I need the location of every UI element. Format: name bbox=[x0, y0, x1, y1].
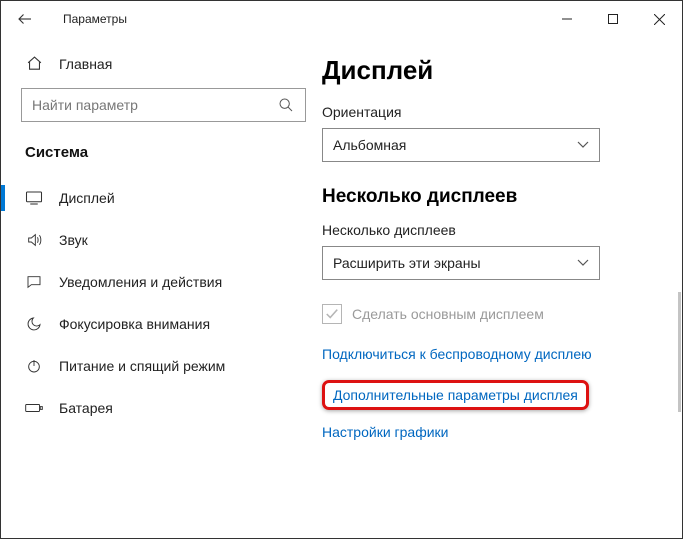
battery-icon bbox=[25, 400, 43, 416]
graphics-settings-link[interactable]: Настройки графики bbox=[322, 424, 676, 440]
titlebar: Параметры bbox=[1, 1, 682, 37]
display-icon bbox=[25, 190, 43, 206]
sidebar-nav: Дисплей Звук Уведомления и действия bbox=[1, 177, 306, 429]
sidebar-item-focus[interactable]: Фокусировка внимания bbox=[1, 303, 306, 345]
multi-value: Расширить эти экраны bbox=[333, 255, 481, 271]
sidebar-item-power[interactable]: Питание и спящий режим bbox=[1, 345, 306, 387]
multi-label: Несколько дисплеев bbox=[322, 222, 676, 238]
sidebar-item-display[interactable]: Дисплей bbox=[1, 177, 306, 219]
close-button[interactable] bbox=[636, 4, 682, 34]
primary-display-checkbox: Сделать основным дисплеем bbox=[322, 304, 676, 324]
search-placeholder: Найти параметр bbox=[32, 97, 138, 113]
multi-heading: Несколько дисплеев bbox=[322, 186, 676, 208]
wireless-display-link[interactable]: Подключиться к беспроводному дисплею bbox=[322, 346, 676, 362]
sidebar-item-label: Уведомления и действия bbox=[59, 274, 222, 290]
multi-display-combo[interactable]: Расширить эти экраны bbox=[322, 246, 600, 280]
orientation-combo[interactable]: Альбомная bbox=[322, 128, 600, 162]
body: Главная Найти параметр Система Дисплей bbox=[1, 37, 682, 538]
home-icon bbox=[25, 55, 43, 72]
window-title: Параметры bbox=[63, 12, 127, 26]
search-input[interactable]: Найти параметр bbox=[21, 88, 306, 122]
sidebar-item-battery[interactable]: Батарея bbox=[1, 387, 306, 429]
sidebar-item-label: Питание и спящий режим bbox=[59, 358, 225, 374]
orientation-value: Альбомная bbox=[333, 137, 406, 153]
checkbox-label: Сделать основным дисплеем bbox=[352, 306, 544, 322]
sidebar-item-label: Звук bbox=[59, 232, 88, 248]
chat-icon bbox=[25, 274, 43, 290]
sidebar-item-label: Фокусировка внимания bbox=[59, 316, 210, 332]
page-title: Дисплей bbox=[322, 55, 676, 86]
orientation-label: Ориентация bbox=[322, 104, 676, 120]
search-icon bbox=[277, 97, 295, 113]
power-icon bbox=[25, 358, 43, 374]
sidebar-item-sound[interactable]: Звук bbox=[1, 219, 306, 261]
chevron-down-icon bbox=[577, 258, 589, 268]
minimize-button[interactable] bbox=[544, 4, 590, 34]
home-label: Главная bbox=[59, 56, 112, 72]
content-pane: Дисплей Ориентация Альбомная Несколько д… bbox=[316, 37, 682, 538]
speaker-icon bbox=[25, 232, 43, 248]
sidebar-section: Система bbox=[21, 140, 306, 177]
highlight-advanced: Дополнительные параметры дисплея bbox=[322, 380, 589, 410]
advanced-display-link[interactable]: Дополнительные параметры дисплея bbox=[333, 387, 578, 403]
back-button[interactable] bbox=[5, 1, 45, 37]
scrollbar[interactable] bbox=[678, 292, 681, 412]
sidebar-item-notifications[interactable]: Уведомления и действия bbox=[1, 261, 306, 303]
settings-window: Параметры Главная Найти параметр bbox=[0, 0, 683, 539]
window-controls bbox=[544, 4, 682, 34]
titlebar-left: Параметры bbox=[5, 1, 127, 37]
moon-icon bbox=[25, 316, 43, 332]
checkbox-icon bbox=[322, 304, 342, 324]
sidebar-item-label: Батарея bbox=[59, 400, 113, 416]
home-link[interactable]: Главная bbox=[21, 47, 306, 88]
sidebar: Главная Найти параметр Система Дисплей bbox=[1, 37, 316, 538]
sidebar-item-label: Дисплей bbox=[59, 190, 115, 206]
chevron-down-icon bbox=[577, 140, 589, 150]
maximize-button[interactable] bbox=[590, 4, 636, 34]
